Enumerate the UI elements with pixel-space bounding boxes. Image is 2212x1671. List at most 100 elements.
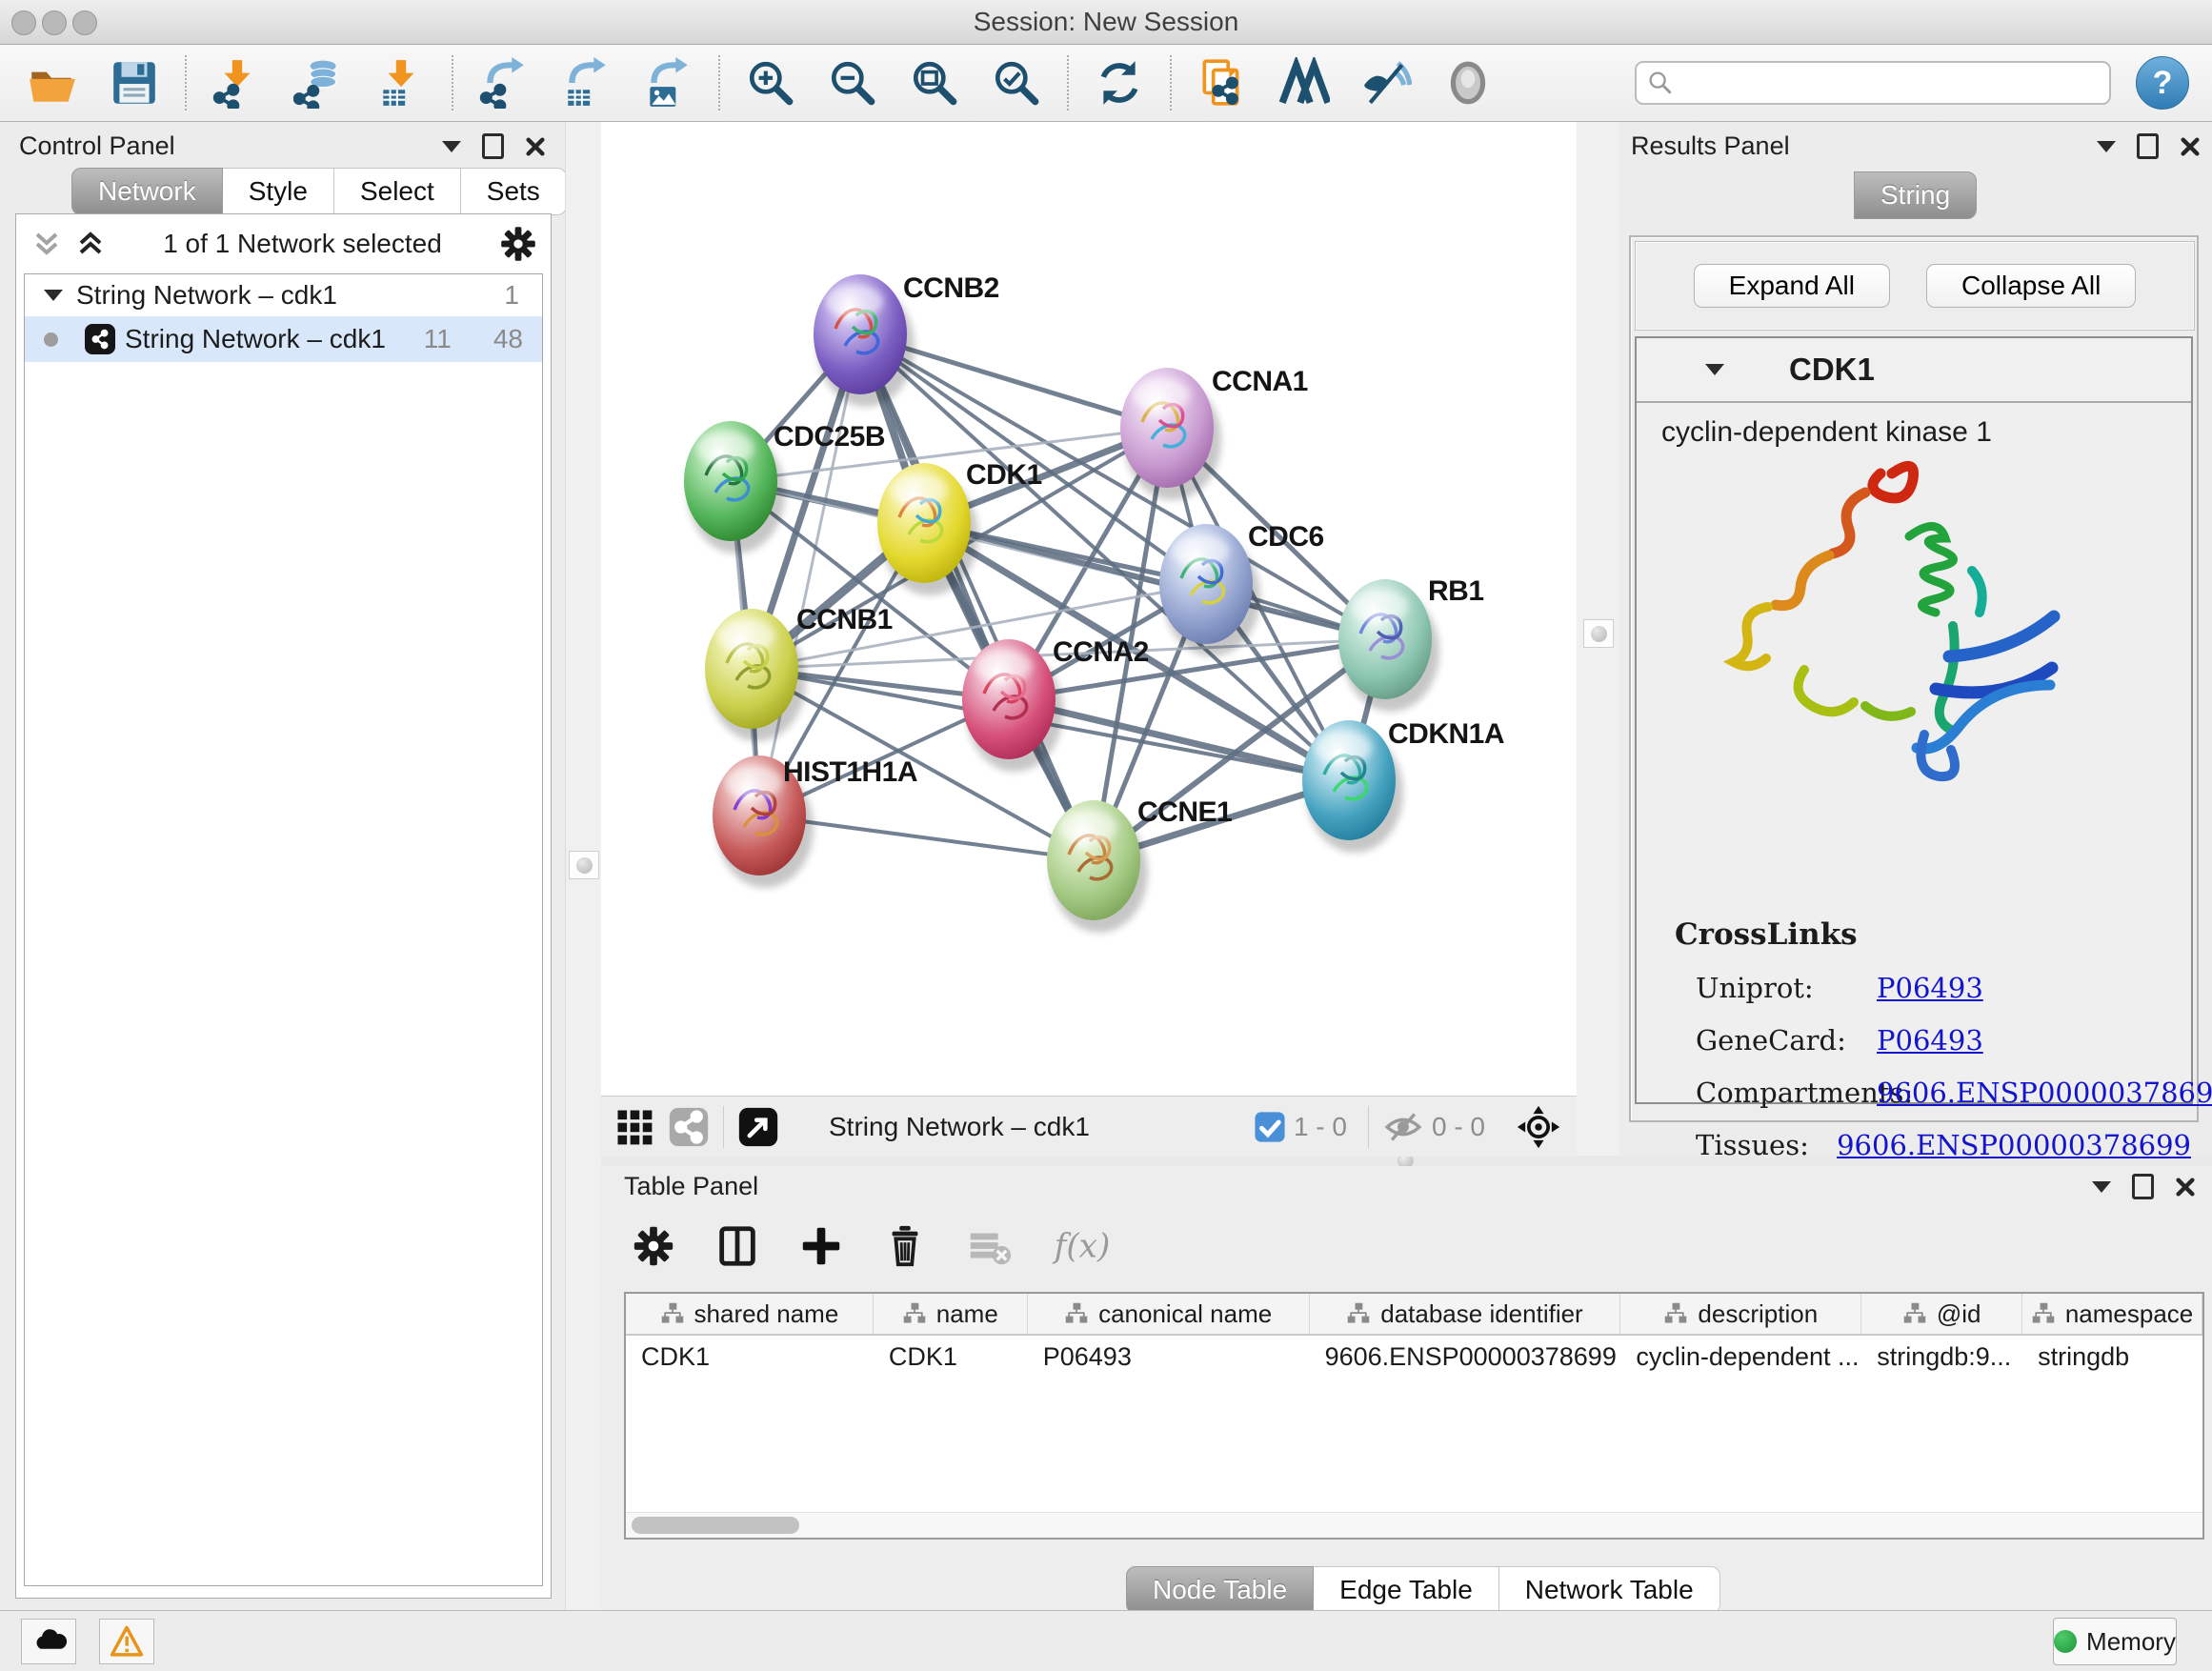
column-header-shared-name[interactable]: shared name [626, 1294, 874, 1334]
zoom-selected-icon[interactable] [987, 53, 1046, 112]
cell-id[interactable]: stringdb:9... [1861, 1342, 2022, 1372]
node-details-header[interactable]: CDK1 [1637, 338, 2191, 403]
panel-menu-caret-icon[interactable] [2097, 141, 2116, 152]
delete-column-trash-icon[interactable] [881, 1222, 929, 1270]
column-header-namespace[interactable]: namespace [2022, 1294, 2202, 1334]
birdseye-crosshair-icon[interactable] [1516, 1104, 1561, 1150]
memory-button[interactable]: Memory [2053, 1618, 2177, 1665]
left-splitter-handle[interactable] [569, 851, 599, 879]
panel-float-icon[interactable] [2132, 1174, 2154, 1199]
network-view-canvas[interactable]: CCNB2 CCNA1 CDC25B CDK1 CDC6 RB1 CCNB1 C… [601, 122, 1577, 1096]
panel-close-icon[interactable] [525, 136, 546, 157]
panel-menu-caret-icon[interactable] [2092, 1181, 2111, 1193]
cloud-icon[interactable] [21, 1619, 76, 1664]
panel-close-icon[interactable] [2175, 1177, 2196, 1198]
birdseye-view-icon[interactable] [1438, 53, 1498, 112]
node-table[interactable]: shared name name canonical name database… [624, 1292, 2204, 1540]
node-CDKN1A[interactable]: CDKN1A [1302, 718, 1504, 853]
node-CCNE1[interactable]: CCNE1 [1047, 796, 1232, 933]
show-columns-icon[interactable] [714, 1222, 761, 1270]
column-header-database-identifier[interactable]: database identifier [1310, 1294, 1621, 1334]
scrollbar-thumb[interactable] [632, 1517, 799, 1534]
left-splitter[interactable] [565, 122, 602, 1610]
string-style-icon[interactable] [668, 1106, 710, 1148]
node-CDC25B[interactable]: CDC25B [684, 421, 885, 554]
cell-shared-name[interactable]: CDK1 [626, 1342, 874, 1372]
warnings-icon[interactable] [99, 1619, 154, 1664]
right-splitter[interactable] [1577, 122, 1619, 1156]
import-network-from-database-icon[interactable] [290, 53, 349, 112]
export-image-icon[interactable] [638, 53, 697, 112]
collapse-entry-caret-icon[interactable] [1705, 364, 1724, 375]
node-label-CCNE1: CCNE1 [1137, 796, 1232, 828]
collapse-all-networks-icon[interactable] [30, 227, 64, 261]
add-column-icon[interactable] [797, 1222, 845, 1270]
hidden-eye-icon [1382, 1106, 1424, 1148]
node-label-CDKN1A: CDKN1A [1388, 718, 1504, 750]
zoom-in-icon[interactable] [741, 53, 800, 112]
tab-edge-table[interactable]: Edge Table [1314, 1566, 1499, 1614]
cell-description[interactable]: cyclin-dependent ... [1620, 1342, 1861, 1372]
tab-node-table[interactable]: Node Table [1126, 1566, 1314, 1614]
table-horizontal-scrollbar[interactable] [626, 1512, 2202, 1538]
open-session-icon[interactable] [23, 53, 82, 112]
panel-close-icon[interactable] [2180, 136, 2201, 157]
panel-float-icon[interactable] [2137, 133, 2159, 159]
cell-namespace[interactable]: stringdb [2022, 1342, 2202, 1372]
table-settings-gear-icon[interactable] [630, 1222, 677, 1270]
column-header-description[interactable]: description [1620, 1294, 1861, 1334]
network-collection-row[interactable]: String Network – cdk1 1 [25, 274, 542, 316]
search-input[interactable] [1675, 68, 2098, 99]
collection-caret-icon[interactable] [44, 290, 63, 301]
import-table-from-file-icon[interactable] [372, 53, 431, 112]
collapse-all-button[interactable]: Collapse All [1926, 264, 2136, 308]
right-splitter-handle[interactable] [1583, 619, 1614, 648]
node-CCNB2[interactable]: CCNB2 [814, 272, 999, 407]
zoom-out-icon[interactable] [823, 53, 882, 112]
node-CCNA1[interactable]: CCNA1 [1120, 366, 1308, 500]
network-options-gear-icon[interactable] [497, 223, 539, 265]
crosslink-link[interactable]: 9606.ENSP00000378699 [1837, 1129, 2191, 1161]
zoom-fit-icon[interactable] [905, 53, 964, 112]
network-row[interactable]: String Network – cdk1 11 48 [25, 316, 542, 362]
tab-style[interactable]: Style [223, 168, 334, 215]
tab-network-table[interactable]: Network Table [1499, 1566, 1720, 1614]
expand-all-button[interactable]: Expand All [1694, 264, 1890, 308]
crosslink-link[interactable]: 9606.ENSP00000378699 [1877, 1077, 2212, 1109]
column-header-id[interactable]: @id [1861, 1294, 2022, 1334]
node-CCNB1[interactable]: CCNB1 [705, 604, 893, 741]
cell-database-identifier[interactable]: 9606.ENSP00000378699 [1310, 1342, 1621, 1372]
open-in-browser-icon[interactable] [737, 1106, 779, 1148]
cell-canonical-name[interactable]: P06493 [1028, 1342, 1310, 1372]
node-RB1[interactable]: RB1 [1338, 575, 1484, 712]
cell-name[interactable]: CDK1 [874, 1342, 1028, 1372]
tab-string[interactable]: String [1854, 171, 1977, 219]
tab-sets[interactable]: Sets [461, 168, 567, 215]
search-box[interactable] [1635, 61, 2111, 105]
apply-function-icon[interactable]: f(x) [1049, 1222, 1121, 1270]
crosslink-link[interactable]: P06493 [1877, 972, 1983, 1004]
refresh-view-icon[interactable] [1090, 53, 1149, 112]
crosslink-link[interactable]: P06493 [1877, 1024, 1983, 1057]
protein-structure-image [1722, 449, 2084, 830]
export-network-icon[interactable] [474, 53, 533, 112]
grid-view-icon[interactable] [614, 1107, 654, 1147]
panel-menu-caret-icon[interactable] [442, 141, 461, 152]
tab-select[interactable]: Select [334, 168, 461, 215]
help-button[interactable]: ? [2136, 56, 2189, 110]
import-network-from-file-icon[interactable] [208, 53, 267, 112]
delete-table-icon[interactable] [965, 1222, 1013, 1270]
node-CDK1[interactable]: CDK1 [877, 459, 1042, 595]
save-session-icon[interactable] [105, 53, 164, 112]
new-network-from-selection-icon[interactable] [1193, 53, 1252, 112]
tab-network[interactable]: Network [71, 168, 223, 215]
selected-checkbox-icon[interactable] [1254, 1111, 1286, 1143]
column-header-canonical-name[interactable]: canonical name [1028, 1294, 1310, 1334]
panel-float-icon[interactable] [482, 133, 504, 159]
column-header-name[interactable]: name [874, 1294, 1028, 1334]
table-row[interactable]: CDK1CDK1P064939606.ENSP00000378699cyclin… [626, 1336, 2202, 1378]
hide-graphics-details-icon[interactable] [1357, 53, 1416, 112]
export-table-icon[interactable] [556, 53, 615, 112]
expand-all-networks-icon[interactable] [73, 227, 108, 261]
graphics-detail-icon[interactable] [1275, 53, 1334, 112]
